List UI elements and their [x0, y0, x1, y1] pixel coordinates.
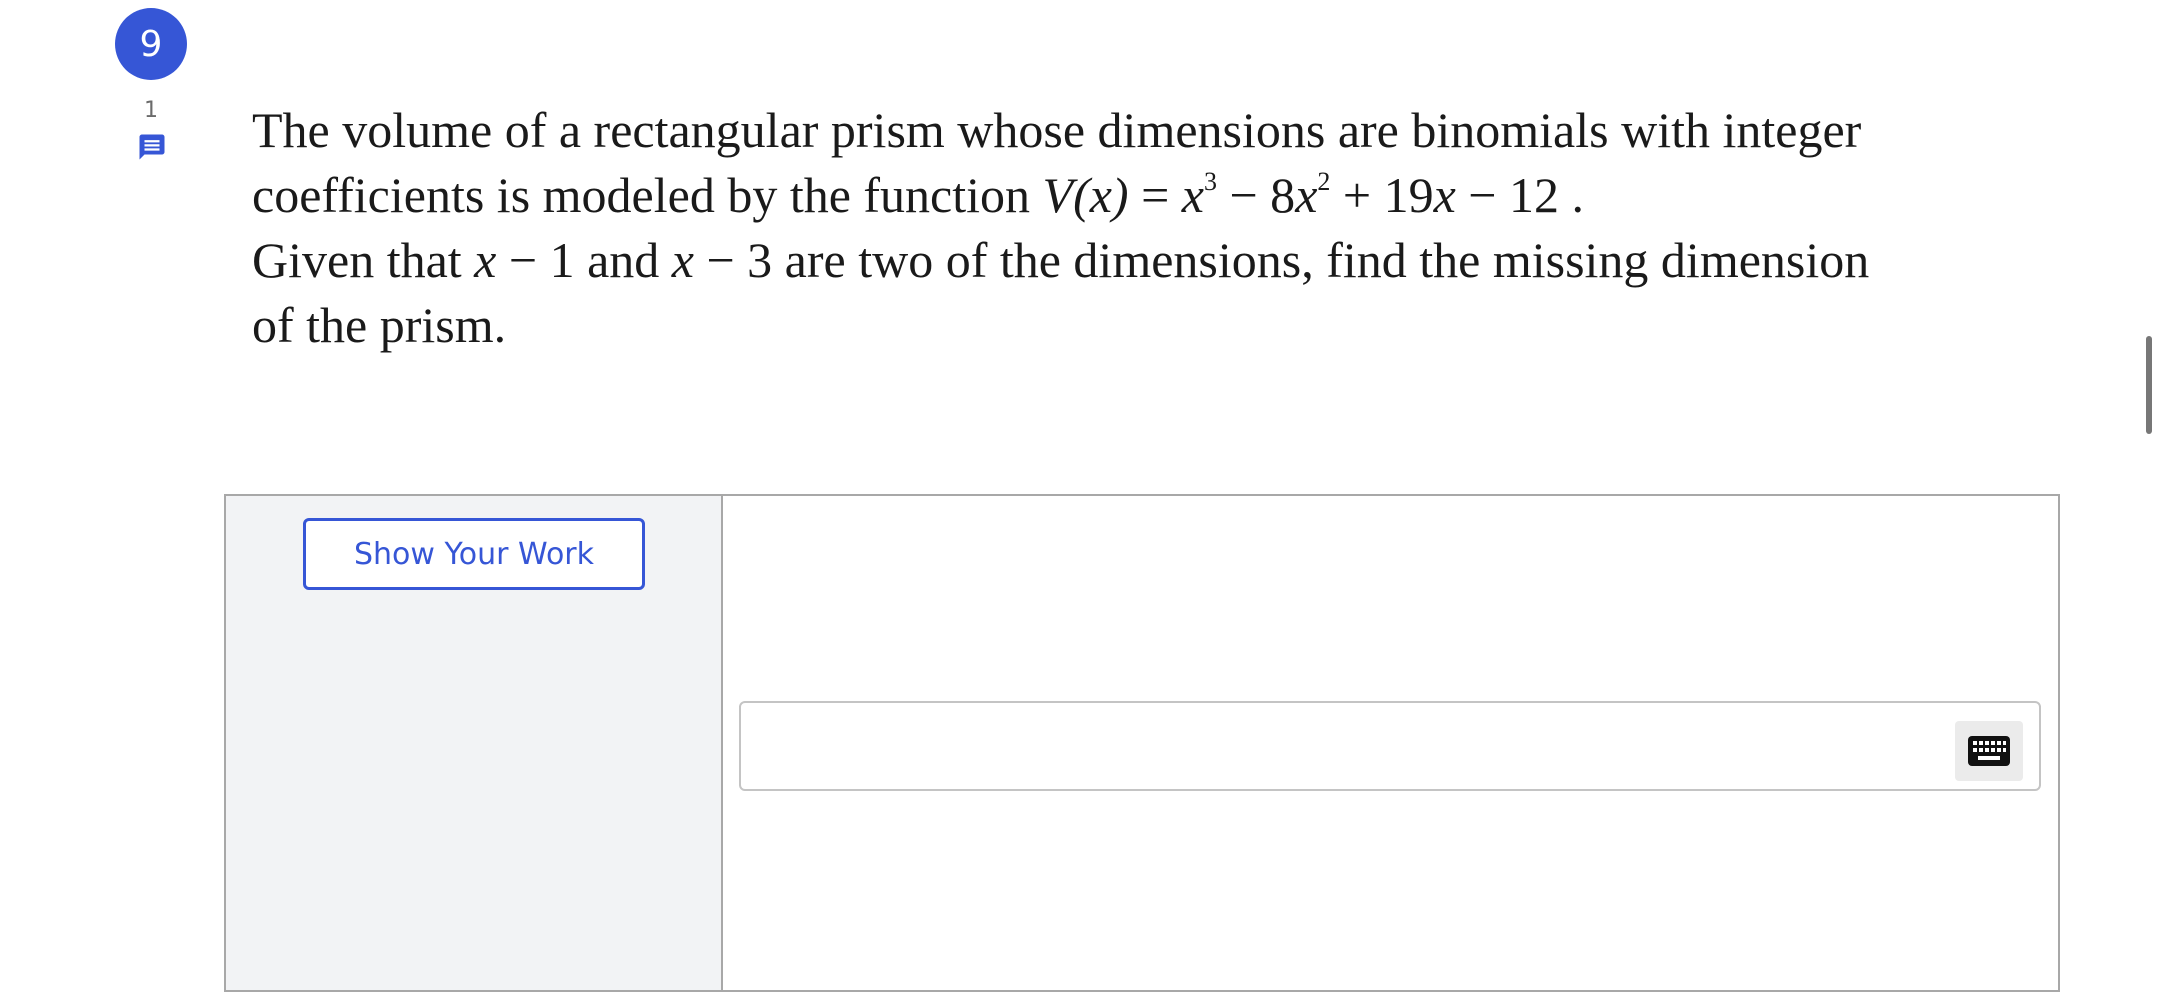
- answer-panel: [723, 496, 2058, 990]
- show-your-work-button[interactable]: Show Your Work: [303, 518, 645, 590]
- question-line-3-b: − 1 and: [496, 232, 672, 288]
- question-line-3: Given that x − 1 and x − 3 are two of th…: [252, 228, 2052, 293]
- term-x: x: [1433, 167, 1456, 223]
- comment-icon[interactable]: [137, 132, 167, 162]
- exponent-3: 3: [1203, 167, 1217, 196]
- function-name: V: [1042, 167, 1074, 223]
- work-sidebar: Show Your Work: [226, 496, 723, 990]
- comment-count: 1: [144, 98, 158, 123]
- question-line-2: coefficients is modeled by the function …: [252, 163, 2052, 228]
- answer-input[interactable]: [741, 703, 1941, 789]
- question-line-3-a: Given that: [252, 232, 475, 288]
- equals-sign: =: [1128, 167, 1182, 223]
- math-keyboard-button[interactable]: [1955, 721, 2023, 781]
- answer-box[interactable]: [739, 701, 2041, 791]
- question-line-2-prefix: coefficients is modeled by the function: [252, 167, 1043, 223]
- keyboard-icon: [1968, 736, 2010, 766]
- scrollbar-thumb[interactable]: [2146, 336, 2152, 434]
- term-minus-12: − 12 .: [1455, 167, 1584, 223]
- term-plus-19: + 19: [1330, 167, 1434, 223]
- question-number: 9: [139, 23, 163, 65]
- work-area: Show Your Work: [224, 494, 2060, 992]
- function-argument: (x): [1073, 167, 1129, 223]
- question-line-3-c: − 3 are two of the dimensions, find the …: [693, 232, 1870, 288]
- question-line-4: of the prism.: [252, 297, 507, 353]
- dimension-1-variable: x: [474, 232, 497, 288]
- term-x-squared: x: [1295, 167, 1318, 223]
- question-page: 9 1 The volume of a rectangular prism wh…: [0, 0, 2160, 997]
- question-text: The volume of a rectangular prism whose …: [252, 98, 2052, 358]
- exponent-2: 2: [1317, 167, 1331, 196]
- term-x-cubed: x: [1181, 167, 1204, 223]
- term-minus-8: − 8: [1216, 167, 1296, 223]
- question-line-1: The volume of a rectangular prism whose …: [252, 102, 1862, 158]
- question-number-badge: 9: [115, 8, 187, 80]
- dimension-2-variable: x: [671, 232, 694, 288]
